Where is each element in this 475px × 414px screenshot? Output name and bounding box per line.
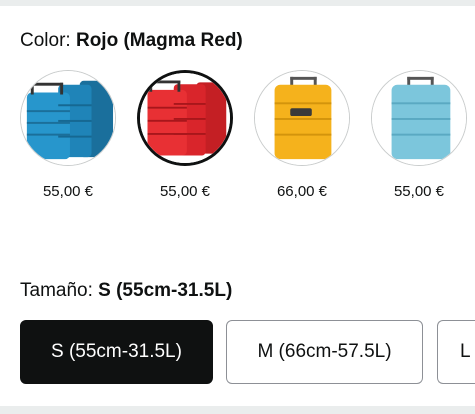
- color-price: 55,00 €: [393, 183, 445, 200]
- size-selector-heading: Tamaño: S (55cm-31.5L): [20, 280, 232, 302]
- size-option-s-button[interactable]: S (55cm-31.5L): [20, 320, 213, 384]
- bottom-divider: [0, 406, 475, 414]
- red-luggage-set-icon: [140, 73, 230, 163]
- color-price: 55,00 €: [159, 183, 211, 200]
- color-price: 66,00 €: [276, 183, 328, 200]
- selected-size-value: S (55cm-31.5L): [98, 280, 233, 301]
- color-swatch-red[interactable]: [137, 70, 233, 166]
- color-price: 55,00 €: [42, 183, 94, 200]
- size-option-m-button[interactable]: M (66cm-57.5L): [226, 320, 423, 384]
- teal-blue-luggage-set-icon: [21, 71, 115, 165]
- top-divider: [0, 0, 475, 6]
- color-label: Color:: [20, 30, 71, 51]
- light-blue-suitcase-icon: [372, 71, 466, 165]
- color-swatch-teal-blue[interactable]: [20, 70, 116, 166]
- size-label: Tamaño:: [20, 280, 93, 301]
- color-selector-heading: Color: Rojo (Magma Red): [20, 30, 243, 52]
- yellow-suitcase-icon: [255, 71, 349, 165]
- selected-color-value: Rojo (Magma Red): [75, 30, 243, 51]
- color-swatch-yellow[interactable]: [254, 70, 350, 166]
- color-swatch-light-blue[interactable]: [371, 70, 467, 166]
- size-option-l-button[interactable]: L: [437, 320, 475, 384]
